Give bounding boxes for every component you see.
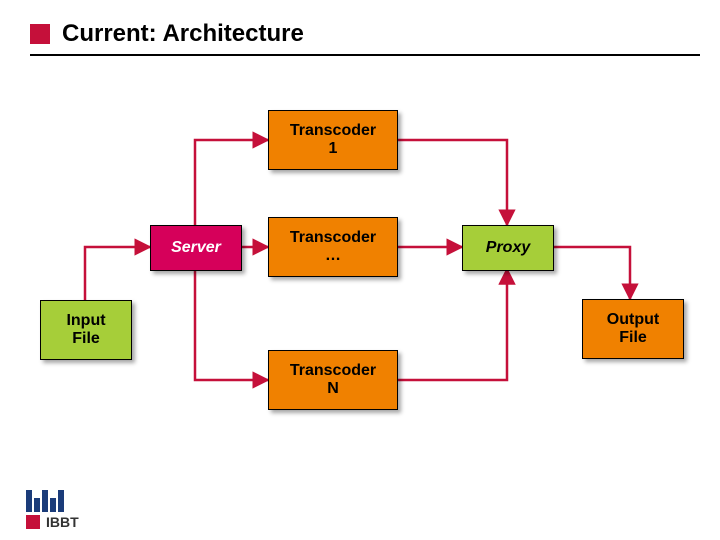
- arrow-server-tn: [195, 269, 268, 380]
- node-label: Transcoder: [269, 229, 397, 247]
- node-proxy: Proxy: [462, 225, 554, 271]
- node-server: Server: [150, 225, 242, 271]
- node-label: Output: [583, 311, 683, 329]
- university-logo: [26, 484, 74, 512]
- node-transcoder-ellipsis: Transcoder …: [268, 217, 398, 277]
- footer-logos: IBBT: [26, 484, 79, 530]
- node-label: File: [41, 330, 131, 348]
- ibbt-text: IBBT: [46, 514, 79, 530]
- title-bullet: [30, 24, 50, 44]
- node-transcoder-1: Transcoder 1: [268, 110, 398, 170]
- node-label: Server: [151, 239, 241, 257]
- arrow-input-server: [85, 247, 150, 300]
- node-output-file: Output File: [582, 299, 684, 359]
- node-label: …: [269, 247, 397, 265]
- ibbt-square-icon: [26, 515, 40, 529]
- node-label: 1: [269, 140, 397, 158]
- arrow-proxy-output: [552, 247, 630, 299]
- arrow-server-t1: [195, 140, 268, 225]
- arrow-t1-proxy: [396, 140, 507, 225]
- title-bar: Current: Architecture: [0, 20, 720, 48]
- node-input-file: Input File: [40, 300, 132, 360]
- node-label: Transcoder: [269, 122, 397, 140]
- node-label: File: [583, 329, 683, 347]
- page-title: Current: Architecture: [62, 20, 304, 48]
- arrow-tn-proxy: [396, 269, 507, 380]
- title-underline: [30, 54, 700, 56]
- ibbt-logo: IBBT: [26, 514, 79, 530]
- node-label: N: [269, 380, 397, 398]
- node-transcoder-n: Transcoder N: [268, 350, 398, 410]
- node-label: Proxy: [463, 239, 553, 257]
- node-label: Input: [41, 312, 131, 330]
- node-label: Transcoder: [269, 362, 397, 380]
